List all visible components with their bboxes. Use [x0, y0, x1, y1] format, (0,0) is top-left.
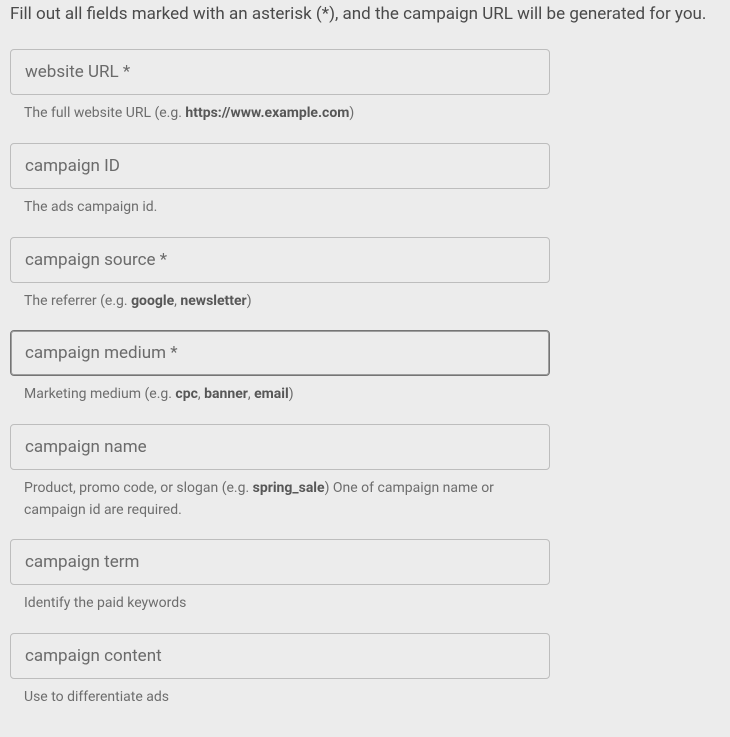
- field-campaign-term: Identify the paid keywords: [10, 539, 550, 615]
- campaign-name-helper: Product, promo code, or slogan (e.g. spr…: [24, 478, 550, 521]
- campaign-content-helper: Use to differentiate ads: [24, 687, 550, 709]
- website-url-helper: The full website URL (e.g. https://www.e…: [24, 103, 550, 125]
- campaign-medium-helper: Marketing medium (e.g. cpc, banner, emai…: [24, 384, 550, 406]
- intro-text: Fill out all fields marked with an aster…: [10, 1, 720, 27]
- field-campaign-source: The referrer (e.g. google, newsletter): [10, 237, 550, 313]
- field-campaign-id: The ads campaign id.: [10, 143, 550, 219]
- campaign-term-helper: Identify the paid keywords: [24, 593, 550, 615]
- campaign-name-input[interactable]: [10, 424, 550, 470]
- website-url-input[interactable]: [10, 49, 550, 95]
- field-website-url: The full website URL (e.g. https://www.e…: [10, 49, 550, 125]
- campaign-source-helper: The referrer (e.g. google, newsletter): [24, 291, 550, 313]
- field-campaign-medium: Marketing medium (e.g. cpc, banner, emai…: [10, 330, 550, 406]
- field-campaign-content: Use to differentiate ads: [10, 633, 550, 709]
- campaign-id-helper: The ads campaign id.: [24, 197, 550, 219]
- campaign-content-input[interactable]: [10, 633, 550, 679]
- campaign-id-input[interactable]: [10, 143, 550, 189]
- campaign-source-input[interactable]: [10, 237, 550, 283]
- campaign-term-input[interactable]: [10, 539, 550, 585]
- field-campaign-name: Product, promo code, or slogan (e.g. spr…: [10, 424, 550, 521]
- campaign-medium-input[interactable]: [10, 330, 550, 376]
